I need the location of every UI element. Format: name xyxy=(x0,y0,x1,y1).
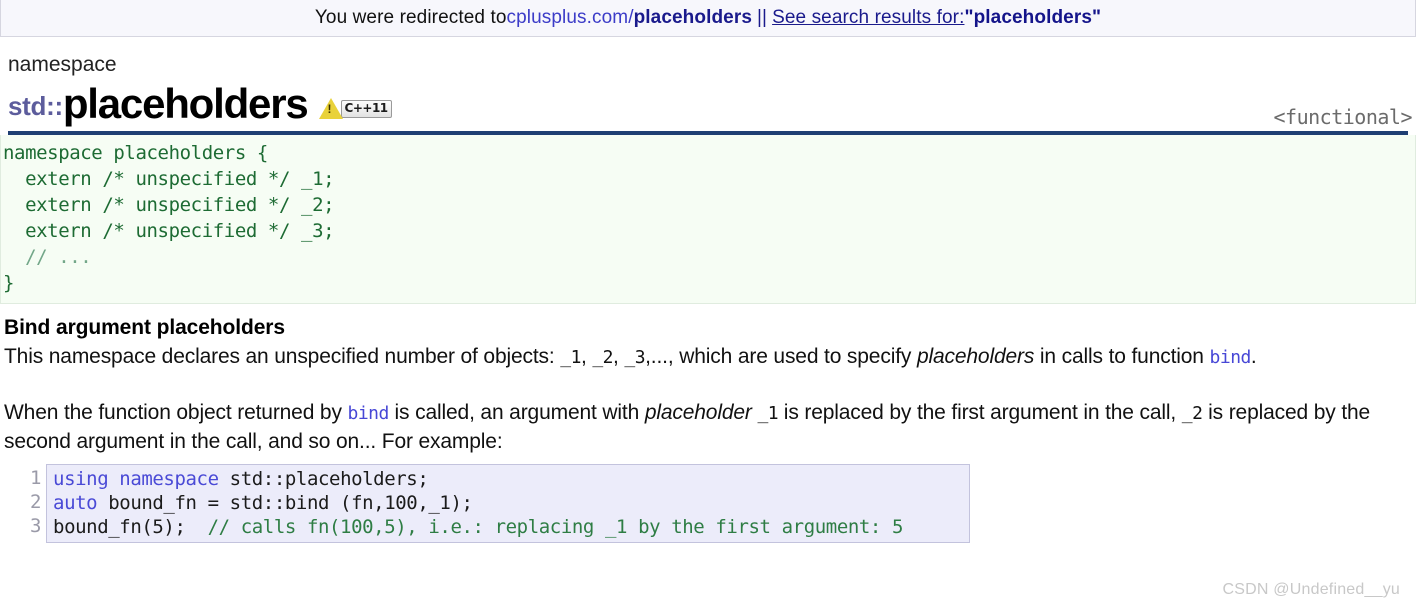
p1-emphasis-placeholders: placeholders xyxy=(916,345,1035,368)
p2-emphasis-placeholder: placeholder xyxy=(644,401,752,424)
redirect-path-link[interactable]: placeholders xyxy=(634,7,752,29)
title-row: std::placeholders C++11 xyxy=(8,80,1408,126)
section-heading: Bind argument placeholders xyxy=(4,316,285,339)
cpp11-standard-badge: C++11 xyxy=(340,99,392,118)
p1-text-3: , xyxy=(613,345,625,368)
p2-text-1: When the function object returned by xyxy=(4,401,348,424)
p1-code-2: _2 xyxy=(592,347,614,368)
decl-line-4: extern /* unspecified */ _3; xyxy=(3,220,335,242)
decl-line-6: } xyxy=(3,272,15,294)
main-content: Bind argument placeholders This namespac… xyxy=(0,316,1416,543)
line-number: 1 xyxy=(30,467,42,489)
title-divider xyxy=(8,131,1408,135)
p1-code-1: _1 xyxy=(560,347,581,368)
decl-line-3: extern /* unspecified */ _2; xyxy=(3,194,335,216)
warning-triangle-icon xyxy=(318,98,343,119)
header-file-label: <functional> xyxy=(1273,105,1413,129)
paragraph-1: This namespace declares an unspecified n… xyxy=(4,343,1412,372)
decl-line-1: namespace placeholders { xyxy=(3,142,268,164)
page-title-block: namespace std::placeholders C++11 <funct… xyxy=(0,52,1416,135)
code-line-2-rest: bound_fn = std::bind (fn,100,_1); xyxy=(97,492,473,514)
line-number: 2 xyxy=(30,491,42,513)
code-line-number-gutter: 123 xyxy=(30,464,46,543)
p1-text-5: in calls to function xyxy=(1034,345,1210,368)
page-title: placeholders xyxy=(62,80,309,127)
code-line-3-comment: // calls fn(100,5), i.e.: replacing _1 b… xyxy=(207,516,904,538)
p2-code-1: _1 xyxy=(757,403,779,424)
decl-line-5-comment: // ... xyxy=(3,246,92,268)
code-keyword-auto: auto xyxy=(53,492,98,514)
decl-line-2: extern /* unspecified */ _1; xyxy=(3,168,335,190)
see-search-results-link[interactable]: See search results for: xyxy=(772,7,964,29)
line-number: 3 xyxy=(30,515,42,537)
entity-kind-label: namespace xyxy=(8,53,117,76)
search-query-term: "placeholders" xyxy=(964,7,1102,28)
bind-link-2[interactable]: bind xyxy=(348,403,390,424)
p1-text-1: This namespace declares an unspecified n… xyxy=(4,345,561,368)
banner-separator: || xyxy=(757,7,768,28)
paragraph-2: When the function object returned by bin… xyxy=(4,399,1412,456)
example-code-block: 123 using namespace std::placeholders; a… xyxy=(30,464,970,543)
code-keyword-using-namespace: using namespace xyxy=(53,468,219,490)
p2-text-4: is replaced by the first argument in the… xyxy=(778,401,1182,424)
p1-code-3: _3 xyxy=(624,347,646,368)
redirect-banner: You were redirected to cplusplus.com / pla… xyxy=(0,0,1416,37)
declaration-code-block: namespace placeholders { extern /* unspe… xyxy=(0,135,1416,304)
namespace-prefix: std:: xyxy=(8,91,63,121)
example-code-text[interactable]: using namespace std::placeholders; auto … xyxy=(46,464,970,543)
code-line-3-code: bound_fn(5); xyxy=(53,516,208,538)
title-badges: C++11 xyxy=(318,98,392,119)
p2-code-2: _2 xyxy=(1181,403,1203,424)
p1-text-4: ,..., which are used to specify xyxy=(645,345,917,368)
p1-text-6: . xyxy=(1250,345,1257,368)
p1-text-2: , xyxy=(580,345,593,368)
bind-link-1[interactable]: bind xyxy=(1210,347,1252,368)
cplusplus-domain-link[interactable]: cplusplus.com xyxy=(507,7,629,29)
code-line-1-rest: std::placeholders; xyxy=(218,468,429,490)
redirect-prefix-text: You were redirected to xyxy=(314,7,507,28)
csdn-watermark: CSDN @Undefined__yu xyxy=(1222,581,1400,598)
p2-text-2: is called, an argument with xyxy=(388,401,645,424)
